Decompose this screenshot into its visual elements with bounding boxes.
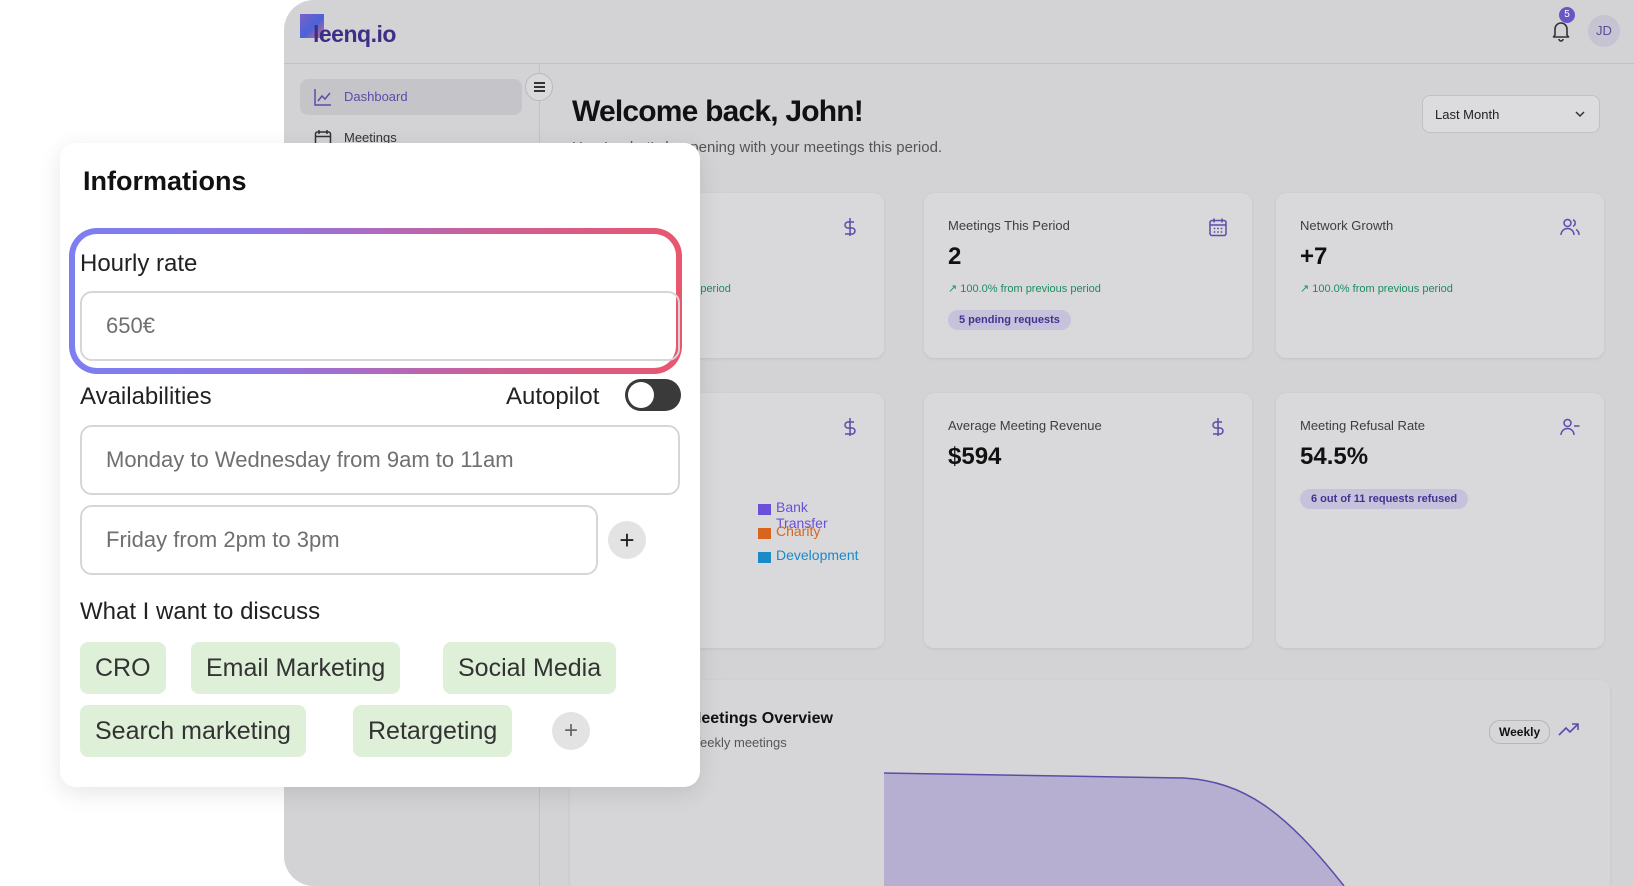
logo[interactable]: leenq.io: [300, 14, 430, 54]
card-trend: ↗ 100.0% from previous period: [1300, 283, 1453, 295]
bell-icon[interactable]: [1551, 20, 1571, 42]
menu-icon-line: [534, 90, 545, 92]
overview-title: Meetings Overview: [688, 710, 833, 727]
legend-swatch: [758, 504, 771, 515]
calendar-icon: [1209, 218, 1227, 237]
period-select-value: Last Month: [1435, 107, 1500, 122]
autopilot-toggle[interactable]: [625, 379, 681, 411]
availability-slot-text: Friday from 2pm to 3pm: [106, 527, 340, 552]
stat-card-network: Network Growth +7 ↗ 100.0% from previous…: [1276, 193, 1604, 358]
availability-slot-input[interactable]: Monday to Wednesday from 9am to 11am: [80, 425, 680, 495]
top-bar: leenq.io 5 JD: [284, 0, 1634, 64]
meetings-area-chart: [884, 772, 1345, 886]
overview-subtitle: Weekly meetings: [688, 735, 787, 750]
legend-label: Development: [776, 547, 859, 563]
users-icon: [1560, 218, 1580, 236]
line-chart-icon: [314, 89, 331, 106]
card-value: 2: [948, 243, 962, 270]
logo-text: leenq.io: [313, 21, 396, 47]
hourly-rate-input[interactable]: 650€: [80, 291, 680, 361]
topic-tag[interactable]: Search marketing: [80, 705, 306, 757]
hourly-rate-label: Hourly rate: [80, 250, 198, 277]
notification-badge: 5: [1559, 7, 1575, 23]
card-title: Meetings This Period: [948, 218, 1070, 233]
card-value: $594: [948, 443, 1002, 470]
chevron-down-icon: [1575, 111, 1585, 118]
sidebar-toggle-button[interactable]: [525, 73, 553, 101]
user-minus-icon: [1560, 418, 1580, 436]
page-title: Welcome back, John!: [572, 95, 864, 128]
card-trend: ↗ 100.0% from previous period: [948, 283, 1101, 295]
dollar-icon: [844, 418, 856, 436]
sidebar-item-label: Dashboard: [344, 89, 408, 104]
dollar-icon: [844, 218, 856, 236]
informations-panel: Informations Hourly rate 650€ Availabili…: [60, 143, 700, 787]
dollar-icon: [1212, 418, 1224, 436]
availabilities-label: Availabilities: [80, 383, 212, 410]
card-value: +7: [1300, 243, 1328, 270]
availability-slot-text: Monday to Wednesday from 9am to 11am: [106, 447, 514, 472]
discuss-label: What I want to discuss: [80, 598, 321, 625]
legend-swatch: [758, 528, 771, 539]
topic-tag[interactable]: Retargeting: [353, 705, 513, 757]
weekly-toggle-button[interactable]: Weekly: [1489, 720, 1551, 744]
add-topic-button[interactable]: +: [552, 712, 590, 750]
refused-requests-badge: 6 out of 11 requests refused: [1300, 489, 1469, 509]
autopilot-label: Autopilot: [506, 383, 600, 410]
pending-requests-badge: 5 pending requests: [948, 310, 1071, 330]
menu-icon-line: [534, 86, 545, 88]
topic-tag[interactable]: Social Media: [443, 642, 617, 694]
period-select[interactable]: Last Month: [1422, 95, 1600, 133]
card-title: Average Meeting Revenue: [948, 418, 1102, 433]
add-availability-button[interactable]: +: [608, 521, 646, 559]
availability-slot-input[interactable]: Friday from 2pm to 3pm: [80, 505, 598, 575]
sidebar-item-dashboard[interactable]: Dashboard: [300, 79, 522, 115]
topic-tag[interactable]: CRO: [80, 642, 166, 694]
menu-icon-line: [534, 82, 545, 84]
stat-card-meetings: Meetings This Period 2 ↗ 100.0% from pre…: [924, 193, 1252, 358]
trending-up-icon[interactable]: [1558, 721, 1580, 739]
card-title: Meeting Refusal Rate: [1300, 418, 1426, 433]
card-value: 54.5%: [1300, 443, 1369, 470]
legend-label: Charity: [776, 523, 821, 539]
hourly-rate-value: 650€: [106, 313, 155, 338]
avatar[interactable]: JD: [1588, 15, 1620, 47]
stat-card-refusal-rate: Meeting Refusal Rate 54.5% 6 out of 11 r…: [1276, 393, 1604, 648]
legend-swatch: [758, 552, 771, 563]
area-series: [884, 773, 1344, 886]
panel-title: Informations: [83, 166, 247, 196]
stat-card-avg-revenue: Average Meeting Revenue $594: [924, 393, 1252, 648]
topic-tag[interactable]: Email Marketing: [191, 642, 401, 694]
toggle-knob: [628, 382, 654, 408]
card-title: Network Growth: [1300, 218, 1394, 233]
